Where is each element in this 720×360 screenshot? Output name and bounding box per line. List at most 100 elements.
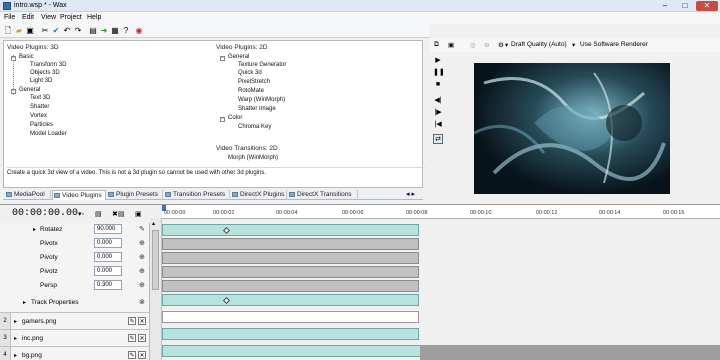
- clip-track-properties[interactable]: [162, 294, 419, 306]
- tab-transition-presets[interactable]: Transition Presets: [164, 190, 230, 200]
- tree-item-rotomate[interactable]: RotoMate: [238, 88, 264, 94]
- track-settings-icon[interactable]: ▣: [135, 210, 142, 218]
- zoom-icon[interactable]: ◎: [470, 41, 476, 49]
- tree-item-texture-generator[interactable]: Texture Generator: [238, 62, 286, 68]
- expand-icon[interactable]: ▸: [14, 335, 17, 342]
- close-button[interactable]: ✕: [696, 1, 718, 11]
- tree-group-basic[interactable]: Basic: [19, 54, 34, 60]
- menu-help[interactable]: Help: [87, 14, 101, 21]
- tree-item-light-3d[interactable]: Light 3D: [30, 78, 52, 84]
- keyframe-icon[interactable]: ⊕: [139, 267, 145, 275]
- menu-edit[interactable]: Edit: [22, 14, 34, 21]
- tree-item-particles[interactable]: Particles: [30, 122, 53, 128]
- settings-icon[interactable]: ⚙: [498, 41, 504, 49]
- track-remove-icon[interactable]: ✕: [138, 334, 146, 342]
- clip-rotatez[interactable]: [162, 224, 419, 236]
- clip-pivotx[interactable]: [162, 238, 419, 250]
- zoom-out-icon[interactable]: ⊖: [484, 41, 489, 49]
- clip-pivoty[interactable]: [162, 252, 419, 264]
- quality-dropdown[interactable]: Draft Quality (Auto): [511, 41, 567, 48]
- edit-icon[interactable]: ✎: [139, 225, 145, 233]
- expand-icon[interactable]: ▸: [23, 299, 26, 306]
- tree-item-chroma-key[interactable]: Chroma Key: [238, 124, 271, 130]
- track-effect-icon[interactable]: ✎: [128, 351, 136, 359]
- tab-directx-transitions[interactable]: DirectX Transitions: [288, 190, 358, 200]
- track-effect-icon[interactable]: ✎: [128, 334, 136, 342]
- track-row[interactable]: 4 ▸ bg.png ✎ ✕: [0, 346, 150, 360]
- loop-icon[interactable]: ⇄: [433, 134, 443, 144]
- tree-item-quick-3d[interactable]: Quick 3d: [238, 70, 262, 76]
- pivotz-input[interactable]: 0.000: [94, 266, 122, 276]
- stop-icon[interactable]: ■: [433, 80, 443, 90]
- tree-item-shatter-image[interactable]: Shatter Image: [238, 106, 276, 112]
- undo-icon[interactable]: ↶: [62, 26, 72, 36]
- tab-video-plugins[interactable]: Video Plugins: [52, 190, 106, 200]
- pivotx-input[interactable]: 0.000: [94, 238, 122, 248]
- help-icon[interactable]: ?: [121, 26, 131, 36]
- tab-mediapool[interactable]: MediaPool: [5, 190, 51, 200]
- clip-persp[interactable]: [162, 280, 419, 292]
- tree-item-pixelstretch[interactable]: PixelStretch: [238, 79, 270, 85]
- go-start-icon[interactable]: |◀: [433, 120, 443, 130]
- expand-icon[interactable]: ▸: [14, 318, 17, 325]
- track-row[interactable]: 2 ▸ gamers.png ✎ ✕: [0, 312, 150, 330]
- timeline-option-icon[interactable]: ▾◦: [78, 210, 84, 218]
- pivoty-input[interactable]: 0.000: [94, 252, 122, 262]
- cut-icon[interactable]: ✂: [40, 26, 50, 36]
- pause-icon[interactable]: ❚❚: [433, 68, 445, 78]
- record-icon[interactable]: ◉: [134, 26, 144, 36]
- timeline-scrollbar[interactable]: ▴: [150, 218, 162, 360]
- tree-item-transform-3d[interactable]: Transform 3D: [30, 62, 66, 68]
- save-frame-icon[interactable]: ▣: [448, 41, 454, 49]
- tab-directx-plugins[interactable]: DirectX Plugins: [231, 190, 287, 200]
- collapse-icon[interactable]: −: [11, 89, 16, 94]
- keyframe-icon[interactable]: ⊕: [139, 253, 145, 261]
- next-frame-icon[interactable]: |▶: [433, 108, 443, 118]
- renderer-toggle[interactable]: Use Software Renderer: [580, 41, 648, 48]
- tab-scroll-icon[interactable]: ◂ ▸: [406, 190, 415, 198]
- minimize-button[interactable]: –: [656, 1, 674, 11]
- track-properties-row[interactable]: ▸ Track Properties ⊗: [0, 296, 150, 309]
- scroll-thumb[interactable]: [152, 230, 159, 290]
- cut-track-icon[interactable]: ✖▤: [112, 210, 124, 218]
- persp-input[interactable]: 0.300: [94, 280, 122, 290]
- time-ruler[interactable]: 00:00:00 00:00:02 00:00:04 00:00:06 00:0…: [162, 205, 720, 219]
- tree-item-text-3d[interactable]: Text 3D: [30, 95, 50, 101]
- clip-pivotz[interactable]: [162, 266, 419, 278]
- close-icon[interactable]: ⊗: [139, 298, 145, 306]
- collapse-icon[interactable]: −: [220, 56, 225, 61]
- scroll-up-icon[interactable]: ▴: [152, 220, 155, 227]
- menu-project[interactable]: Project: [60, 14, 82, 21]
- dropdown-icon[interactable]: ▾: [505, 41, 508, 49]
- track-remove-icon[interactable]: ✕: [138, 317, 146, 325]
- open-folder-icon[interactable]: ▰: [14, 26, 24, 36]
- tree-item-warp[interactable]: Warp (WinMorph): [238, 97, 285, 103]
- prev-frame-icon[interactable]: ◀|: [433, 96, 443, 106]
- copy-icon[interactable]: ⧉: [434, 41, 439, 49]
- tree-item-model-loader[interactable]: Model Loader: [30, 131, 67, 137]
- tree-item-vortex[interactable]: Vortex: [30, 113, 47, 119]
- expand-icon[interactable]: ▸: [33, 226, 36, 233]
- tab-plugin-presets[interactable]: Plugin Presets: [107, 190, 163, 200]
- menu-file[interactable]: File: [4, 14, 15, 21]
- track-row[interactable]: 3 ▸ inc.png ✎ ✕: [0, 329, 150, 347]
- collapse-icon[interactable]: −: [11, 56, 16, 61]
- ripple-icon[interactable]: ▤: [95, 210, 102, 218]
- track-effect-icon[interactable]: ✎: [128, 317, 136, 325]
- keyframe-icon[interactable]: ⊕: [139, 281, 145, 289]
- clip-gamers[interactable]: [162, 311, 419, 323]
- collapse-icon[interactable]: −: [220, 117, 225, 122]
- keyframe-icon[interactable]: ⊕: [139, 239, 145, 247]
- properties-icon[interactable]: ▤: [88, 26, 98, 36]
- tree-item-objects-3d[interactable]: Objects 3D: [30, 70, 60, 76]
- tree-group-color[interactable]: Color: [228, 115, 242, 121]
- expand-icon[interactable]: ▸: [14, 352, 17, 359]
- dropdown-icon[interactable]: ▾: [572, 41, 575, 49]
- menu-view[interactable]: View: [41, 14, 56, 21]
- check-icon[interactable]: ✔: [51, 26, 61, 36]
- save-icon[interactable]: ▣: [25, 26, 35, 36]
- rotatez-input[interactable]: 90.000: [94, 224, 122, 234]
- render-icon[interactable]: ▦: [110, 26, 120, 36]
- play-icon[interactable]: ▶: [433, 56, 443, 66]
- tree-item-morph[interactable]: Morph (WinMorph): [228, 155, 278, 161]
